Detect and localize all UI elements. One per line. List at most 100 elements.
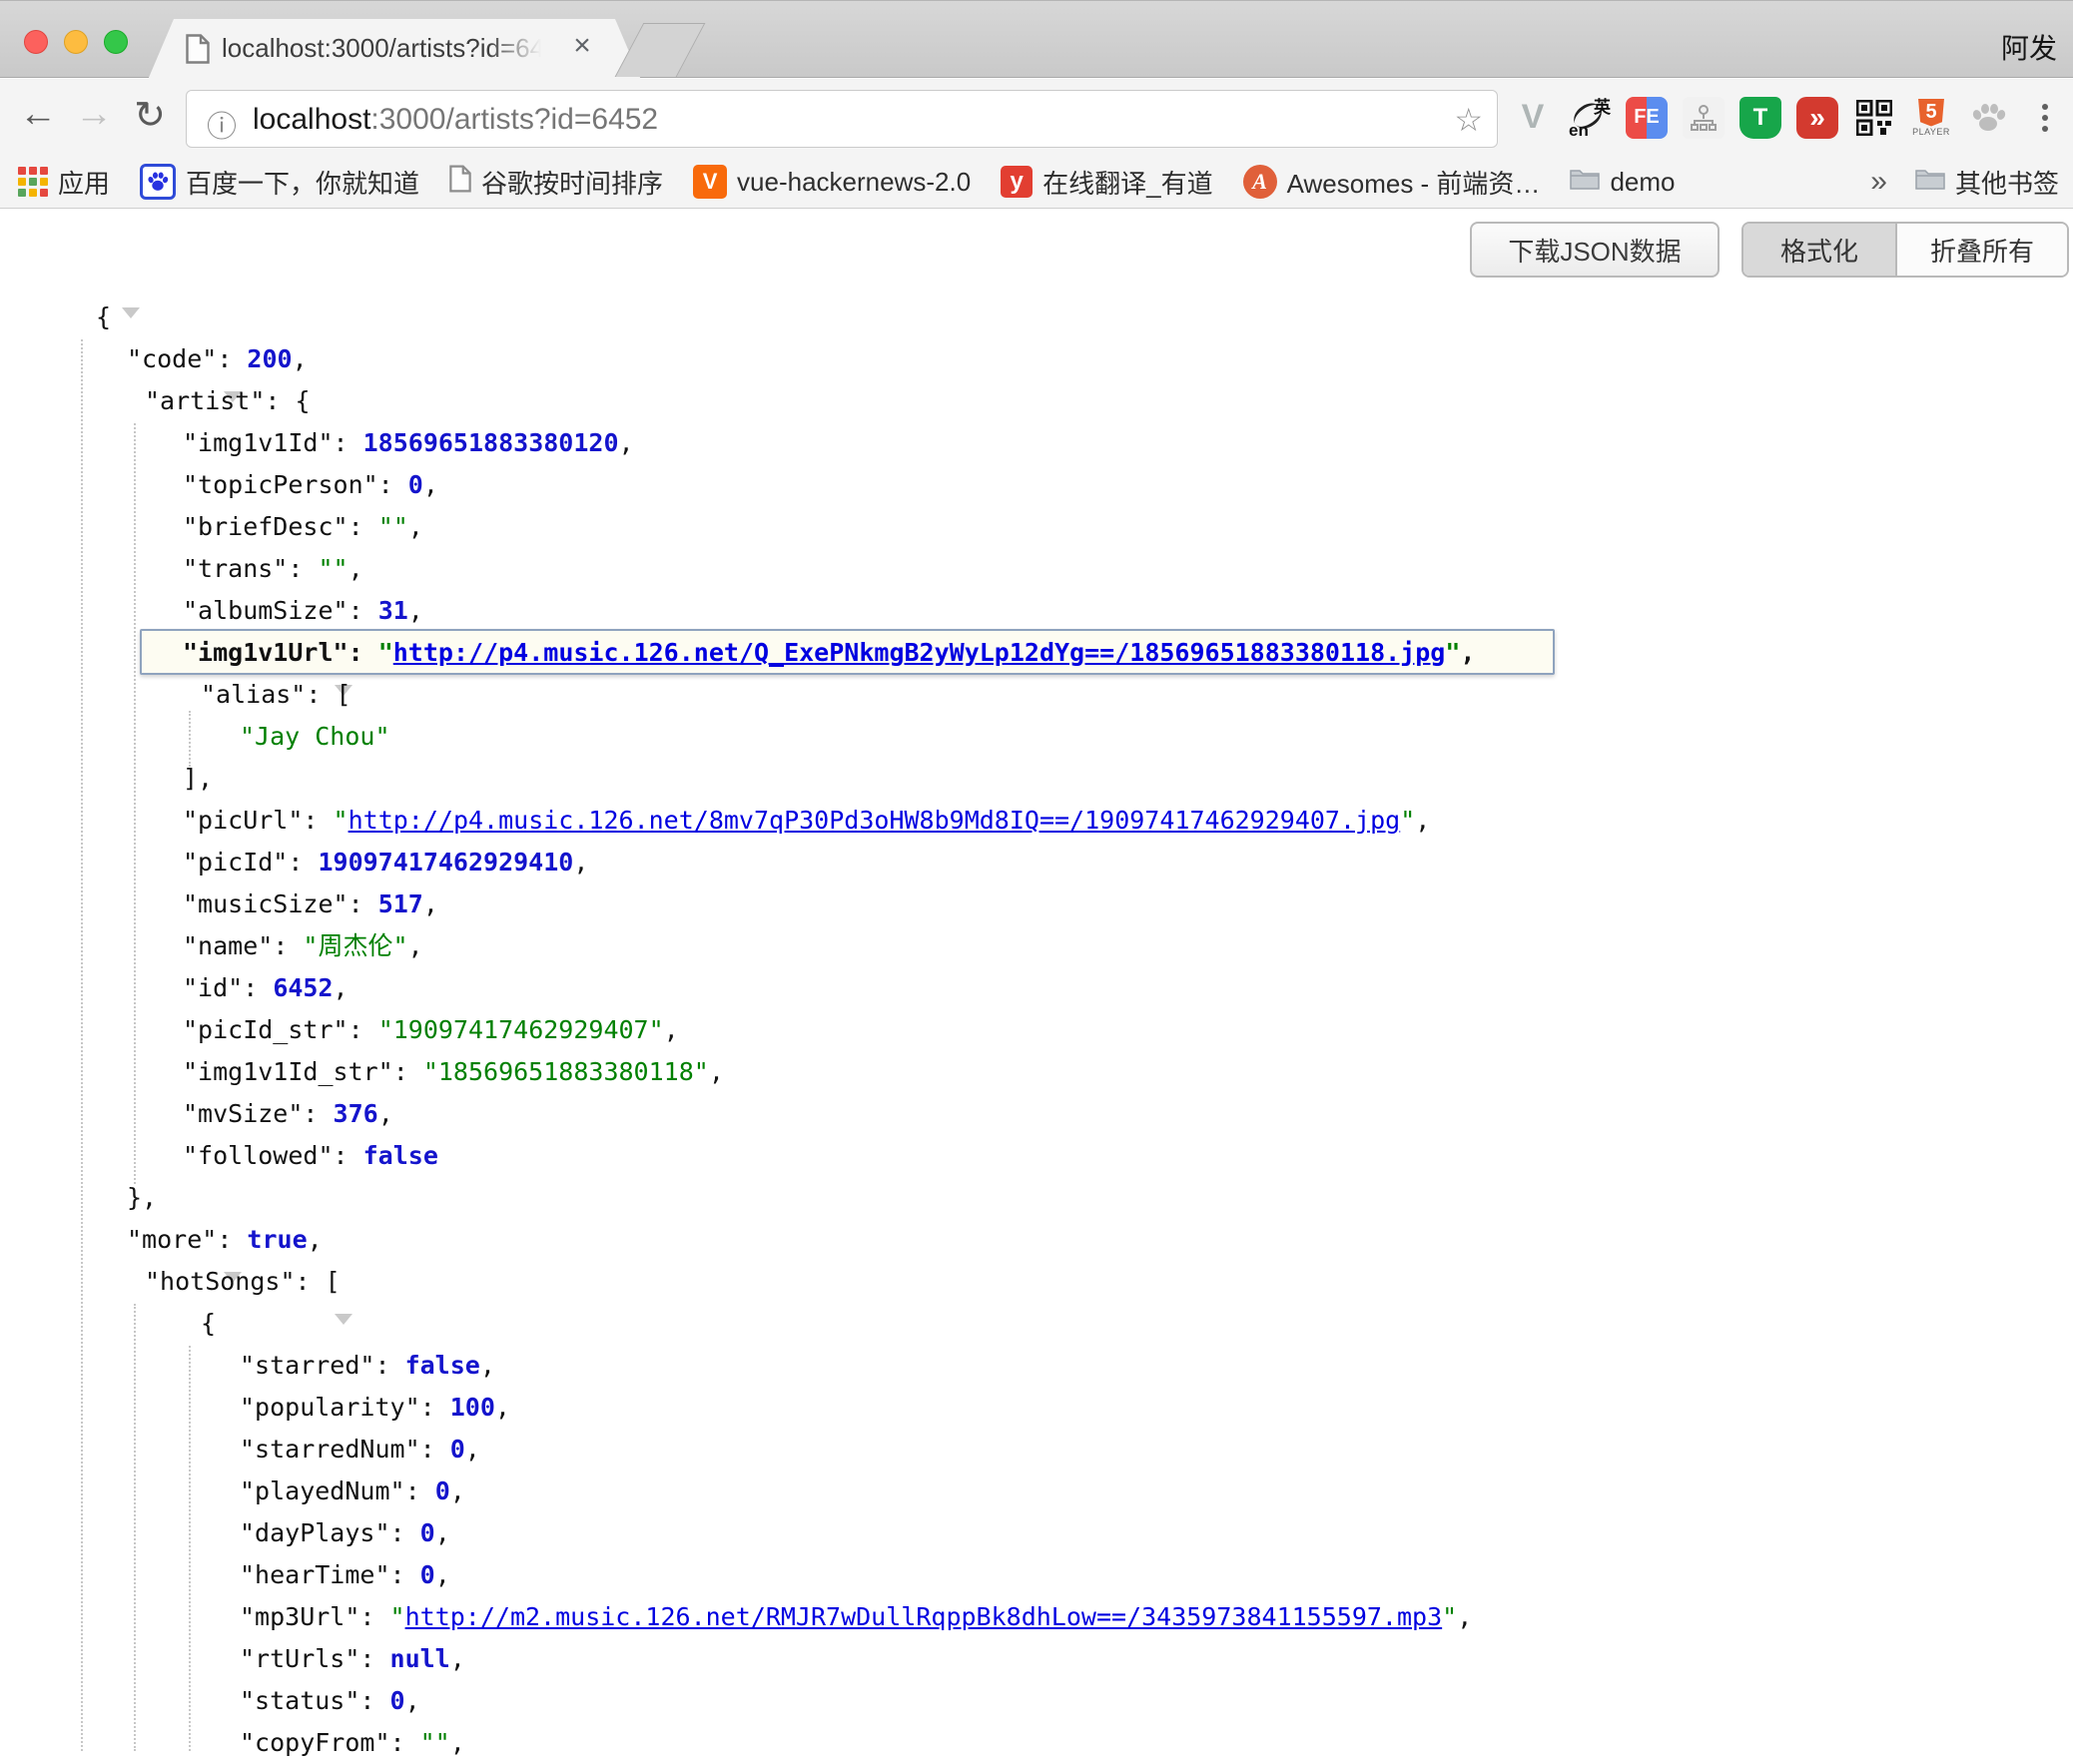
json-colon: :: [265, 386, 295, 415]
json-key: "starred": [240, 1351, 374, 1380]
json-line: "followed": false: [0, 1135, 2073, 1177]
bookmark-label: demo: [1610, 167, 1675, 198]
json-key: "status": [240, 1686, 359, 1715]
bookmark-youdao[interactable]: y 在线翻译_有道: [1001, 164, 1212, 201]
json-line: "picId_str": "19097417462929407",: [0, 1009, 2073, 1051]
json-value: 200: [247, 344, 292, 373]
json-key: "picId_str": [183, 1015, 348, 1044]
collapse-all-button[interactable]: 折叠所有: [1897, 224, 2067, 276]
maximize-window-button[interactable]: [104, 30, 128, 54]
json-line: "hearTime": 0,: [0, 1554, 2073, 1596]
bookmark-label: 其他书签: [1955, 164, 2059, 201]
json-value: 100: [450, 1393, 495, 1422]
json-value: false: [363, 1141, 438, 1170]
bookmarks-overflow-icon[interactable]: »: [1870, 165, 1887, 199]
bookmark-google-sort[interactable]: 谷歌按时间排序: [449, 164, 663, 201]
json-comma: ,: [435, 1518, 450, 1547]
json-quote: ": [390, 1602, 405, 1631]
tab-close-icon[interactable]: ×: [565, 29, 599, 63]
paw-extension-icon[interactable]: [1967, 97, 2009, 139]
vue-devtools-icon[interactable]: V: [1512, 97, 1554, 139]
json-line: "status": 0,: [0, 1680, 2073, 1722]
json-colon: :: [334, 428, 363, 457]
bookmark-other-folder[interactable]: 其他书签: [1915, 164, 2059, 201]
json-line: "img1v1Id": 18569651883380120,: [0, 422, 2073, 464]
json-key: "playedNum": [240, 1476, 405, 1505]
bookmark-awesomes[interactable]: A Awesomes - 前端资…: [1243, 164, 1541, 201]
json-bracket: {: [296, 386, 311, 415]
bookmark-apps[interactable]: 应用: [18, 164, 110, 201]
bookmark-folder-demo[interactable]: demo: [1570, 167, 1675, 198]
json-bracket: {: [201, 1309, 216, 1338]
json-line: },: [0, 1177, 2073, 1219]
fe-extension-icon[interactable]: FE: [1626, 97, 1668, 139]
url-input[interactable]: ⓘ localhost:3000/artists?id=6452 ☆: [186, 90, 1498, 148]
json-value: 31: [378, 596, 408, 625]
json-comma: ,: [709, 1057, 724, 1086]
json-comma: ,: [480, 1351, 495, 1380]
back-icon[interactable]: ←: [14, 93, 62, 136]
json-value: true: [247, 1225, 307, 1254]
json-key: "briefDesc": [183, 512, 348, 541]
sitemap-extension-icon[interactable]: [1683, 97, 1725, 139]
json-link[interactable]: http://p4.music.126.net/8mv7qP30Pd3oHW8b…: [348, 806, 1401, 835]
json-key: "img1v1Id_str": [183, 1057, 393, 1086]
page-icon: [186, 34, 210, 69]
profile-name[interactable]: 阿发: [2001, 27, 2057, 67]
browser-tab[interactable]: localhost:3000/artists?id=645 ×: [148, 19, 641, 80]
bookmark-label: vue-hackernews-2.0: [737, 167, 971, 198]
json-line: "artist": {: [0, 380, 2073, 422]
json-comma: ,: [408, 596, 423, 625]
json-line: "albumSize": 31,: [0, 590, 2073, 632]
json-colon: :: [348, 638, 378, 667]
json-value: null: [390, 1644, 450, 1673]
json-line: "Jay Chou": [0, 716, 2073, 758]
format-button[interactable]: 格式化: [1743, 224, 1897, 276]
json-colon: :: [390, 1728, 420, 1757]
html5-player-icon[interactable]: 5 PLAYER: [1910, 97, 1952, 139]
json-comma: ,: [1457, 1602, 1472, 1631]
bookmark-label: 百度一下，你就知道: [186, 164, 419, 201]
download-json-button[interactable]: 下载JSON数据: [1470, 222, 1720, 278]
chrome-menu-icon[interactable]: [2024, 97, 2066, 139]
json-key: "img1v1Url": [183, 638, 348, 667]
json-line: "img1v1Id_str": "18569651883380118",: [0, 1051, 2073, 1093]
bookmark-baidu[interactable]: 百度一下，你就知道: [140, 164, 419, 201]
page-info-icon[interactable]: ⓘ: [207, 102, 237, 146]
json-quote: ": [378, 638, 393, 667]
minimize-window-button[interactable]: [64, 30, 88, 54]
json-colon: :: [359, 1686, 389, 1715]
json-key: "popularity": [240, 1393, 420, 1422]
bookmark-label: Awesomes - 前端资…: [1287, 164, 1541, 201]
json-colon: :: [405, 1476, 435, 1505]
json-value: 0: [450, 1435, 465, 1464]
json-link[interactable]: http://m2.music.126.net/RMJR7wDullRqppBk…: [405, 1602, 1443, 1631]
json-key: "albumSize": [183, 596, 348, 625]
json-value: 0: [420, 1560, 435, 1589]
tampermonkey-icon[interactable]: T: [1739, 97, 1781, 139]
json-comma: ,: [408, 512, 423, 541]
json-line: "alias": [: [0, 674, 2073, 716]
close-window-button[interactable]: [24, 30, 48, 54]
qr-code-icon[interactable]: [1853, 97, 1895, 139]
json-value: 376: [334, 1099, 378, 1128]
new-tab-button[interactable]: [615, 23, 706, 77]
json-link[interactable]: http://p4.music.126.net/Q_ExePNkmgB2yWyL…: [393, 638, 1446, 667]
json-line: "popularity": 100,: [0, 1387, 2073, 1429]
video-downloader-icon[interactable]: »: [1796, 97, 1838, 139]
json-line: "starredNum": 0,: [0, 1429, 2073, 1470]
json-quote: ": [1445, 638, 1460, 667]
bookmark-star-icon[interactable]: ☆: [1454, 101, 1483, 139]
json-colon: :: [348, 512, 378, 541]
browser-window: localhost:3000/artists?id=645 × 阿发 ← → ↻…: [0, 0, 2073, 1751]
json-key: "mp3Url": [240, 1602, 359, 1631]
json-comma: ,: [308, 1225, 323, 1254]
json-quote: ": [1400, 806, 1415, 835]
bookmark-vue-hackernews[interactable]: V vue-hackernews-2.0: [693, 165, 971, 199]
json-viewer: {"code": 200,"artist": {"img1v1Id": 1856…: [0, 296, 2073, 1764]
json-colon: :: [348, 596, 378, 625]
reload-icon[interactable]: ↻: [126, 93, 174, 138]
bookmark-label: 应用: [58, 164, 110, 201]
json-comma: ,: [293, 344, 308, 373]
translate-extension-icon[interactable]: 英 en: [1569, 97, 1611, 139]
